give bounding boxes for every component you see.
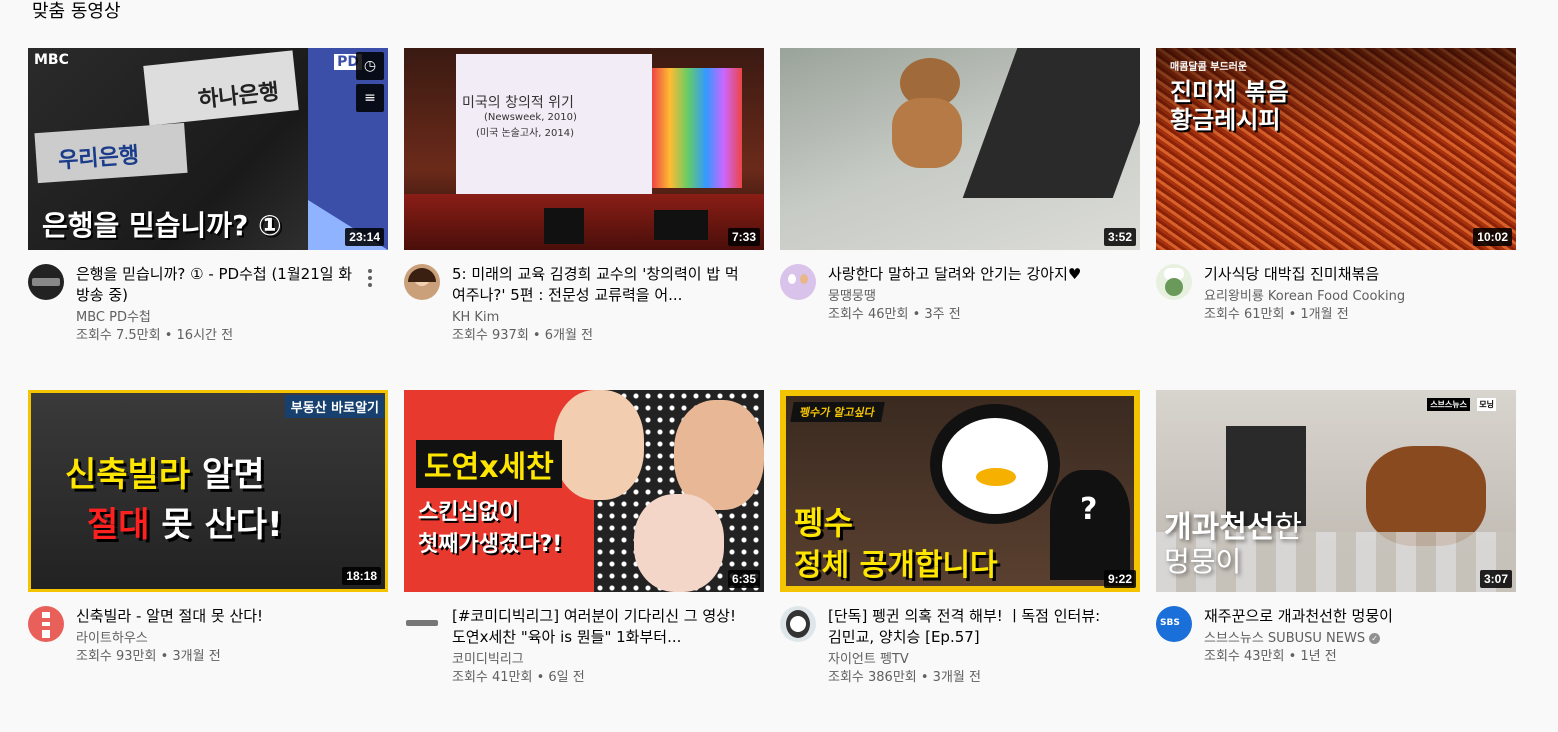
channel-name[interactable]: 라이트하우스 bbox=[76, 630, 366, 648]
video-title[interactable]: 은행을 믿습니까? ① - PD수첩 (1월21일 화 방송 중) bbox=[76, 264, 366, 306]
video-title[interactable]: [단독] 펭귄 의혹 전격 해부! ㅣ독점 인터뷰: 김민교, 양치승 [Ep.… bbox=[828, 606, 1118, 648]
channel-name[interactable]: 스브스뉴스 SUBUSU NEWS ✓ bbox=[1204, 630, 1494, 648]
channel-avatar[interactable] bbox=[780, 606, 816, 642]
video-thumbnail[interactable]: 도연x세찬 스킨십없이 첫째가생겼다?! 6:35 bbox=[404, 390, 764, 592]
channel-name[interactable]: 자이언트 펭TV bbox=[828, 651, 1118, 669]
channel-name[interactable]: MBC PD수첩 bbox=[76, 309, 366, 327]
thumb-text: 한 bbox=[1274, 510, 1303, 545]
question-mark: ? bbox=[1080, 492, 1098, 527]
video-title[interactable]: [#코미디빅리그] 여러분이 기다리신 그 영상! 도연x세찬 "육아 is 뭔… bbox=[452, 606, 742, 648]
video-title[interactable]: 재주꾼으로 개과천선한 멍뭉이 bbox=[1204, 606, 1494, 627]
video-duration: 18:18 bbox=[342, 567, 381, 585]
thumb-text: 멍뭉이 bbox=[1164, 545, 1242, 578]
video-duration: 3:07 bbox=[1479, 570, 1512, 588]
video-stats: 조회수 43만회 • 1년 전 bbox=[1204, 649, 1337, 664]
channel-name[interactable]: 코미디빅리그 bbox=[452, 651, 742, 669]
video-card[interactable]: 부동산 바로알기 신축빌라 알면 절대 못 산다! 18:18 신축빌라 - 알… bbox=[28, 390, 388, 732]
video-title[interactable]: 기사식당 대박집 진미채볶음 bbox=[1204, 264, 1494, 285]
video-stats: 조회수 93만회 • 3개월 전 bbox=[76, 649, 221, 664]
thumb-badge: 부동산 바로알기 bbox=[284, 395, 385, 418]
video-stats: 조회수 937회 • 6개월 전 bbox=[452, 328, 594, 343]
video-stats: 조회수 7.5만회 • 16시간 전 bbox=[76, 328, 234, 343]
channel-name[interactable]: 요리왕비룡 Korean Food Cooking bbox=[1204, 288, 1494, 306]
channel-avatar[interactable]: SBS bbox=[1156, 606, 1192, 642]
video-thumbnail[interactable]: 스브스뉴스 모닝 개과천선한 멍뭉이 3:07 bbox=[1156, 390, 1516, 592]
thumb-text: 알면 bbox=[190, 455, 265, 495]
video-thumbnail[interactable]: MBC 하나은행 우리은행 PD 은행을 믿습니까? ① ◷ ≡ 23:14 bbox=[28, 48, 388, 250]
thumb-text: 첫째가생겼다?! bbox=[418, 532, 563, 557]
video-duration: 10:02 bbox=[1473, 228, 1512, 246]
video-thumbnail[interactable]: 미국의 창의적 위기 (Newsweek, 2010) (미국 논술고사, 20… bbox=[404, 48, 764, 250]
video-card[interactable]: 매콤달콤 부드러운 진미채 볶음 황금레시피 10:02 기사식당 대박집 진미… bbox=[1156, 48, 1516, 390]
mbc-logo: MBC bbox=[34, 52, 69, 68]
thumb-text: 절대 bbox=[87, 505, 150, 545]
slide-text: (Newsweek, 2010) bbox=[484, 112, 577, 123]
video-duration: 23:14 bbox=[345, 228, 384, 246]
channel-avatar[interactable] bbox=[404, 606, 440, 642]
partner-logo: 모닝 bbox=[1477, 398, 1496, 411]
video-title[interactable]: 사랑한다 말하고 달려와 안기는 강아지♥ bbox=[828, 264, 1118, 285]
clock-icon[interactable]: ◷ bbox=[356, 52, 384, 80]
thumb-text: 못 산다! bbox=[149, 505, 283, 545]
video-thumbnail[interactable]: 매콤달콤 부드러운 진미채 볶음 황금레시피 10:02 bbox=[1156, 48, 1516, 250]
slide-text: (미국 논술고사, 2014) bbox=[476, 128, 574, 139]
section-title: 맞춤 동영상 bbox=[32, 1, 121, 22]
more-options-icon[interactable] bbox=[360, 266, 380, 290]
thumb-main-text: 은행을 믿습니까? ① bbox=[42, 209, 282, 242]
add-to-queue-icon[interactable]: ≡ bbox=[356, 84, 384, 112]
video-duration: 9:22 bbox=[1103, 570, 1136, 588]
video-card[interactable]: 스브스뉴스 모닝 개과천선한 멍뭉이 3:07 SBS 재주꾼으로 개과천선한 … bbox=[1156, 390, 1516, 732]
thumb-banner: 펭수가 알고싶다 bbox=[790, 402, 885, 422]
channel-avatar[interactable] bbox=[28, 264, 64, 300]
video-thumbnail[interactable]: 부동산 바로알기 신축빌라 알면 절대 못 산다! 18:18 bbox=[28, 390, 388, 592]
video-thumbnail[interactable]: 3:52 bbox=[780, 48, 1140, 250]
channel-avatar[interactable] bbox=[404, 264, 440, 300]
video-title[interactable]: 5: 미래의 교육 김경희 교수의 '창의력이 밥 먹여주나?' 5편 : 전문… bbox=[452, 264, 742, 306]
video-card[interactable]: 3:52 사랑한다 말하고 달려와 안기는 강아지♥ 뭉땡뭉땡 조회수 46만회… bbox=[780, 48, 1140, 390]
channel-avatar[interactable] bbox=[1156, 264, 1192, 300]
video-card[interactable]: 미국의 창의적 위기 (Newsweek, 2010) (미국 논술고사, 20… bbox=[404, 48, 764, 390]
video-grid: MBC 하나은행 우리은행 PD 은행을 믿습니까? ① ◷ ≡ 23:14 은… bbox=[28, 48, 1516, 732]
thumb-subtitle: 매콤달콤 부드러운 bbox=[1170, 62, 1248, 73]
thumb-text: 스킨십없이 bbox=[418, 500, 520, 525]
video-card[interactable]: 도연x세찬 스킨십없이 첫째가생겼다?! 6:35 [#코미디빅리그] 여러분이… bbox=[404, 390, 764, 732]
subusu-logo: 스브스뉴스 bbox=[1427, 398, 1470, 411]
channel-name[interactable]: 뭉땡뭉땡 bbox=[828, 288, 1118, 306]
video-card[interactable]: MBC 하나은행 우리은행 PD 은행을 믿습니까? ① ◷ ≡ 23:14 은… bbox=[28, 48, 388, 390]
video-title[interactable]: 신축빌라 - 알면 절대 못 산다! bbox=[76, 606, 366, 627]
video-duration: 3:52 bbox=[1103, 228, 1136, 246]
channel-avatar[interactable] bbox=[28, 606, 64, 642]
channel-name[interactable]: KH Kim bbox=[452, 309, 742, 327]
video-stats: 조회수 46만회 • 3주 전 bbox=[828, 307, 961, 322]
thumb-text: 도연x세찬 bbox=[416, 440, 562, 488]
thumb-text-woori: 우리은행 bbox=[57, 143, 140, 174]
video-stats: 조회수 61만회 • 1개월 전 bbox=[1204, 307, 1349, 322]
verified-icon: ✓ bbox=[1369, 633, 1381, 644]
video-stats: 조회수 386만회 • 3개월 전 bbox=[828, 670, 981, 685]
thumb-text: 정체 공개합니다 bbox=[794, 548, 998, 583]
channel-name-text[interactable]: 스브스뉴스 SUBUSU NEWS bbox=[1204, 631, 1365, 646]
thumb-text: 신축빌라 bbox=[65, 455, 191, 495]
thumb-text: 황금레시피 bbox=[1170, 106, 1281, 134]
channel-avatar[interactable] bbox=[780, 264, 816, 300]
slide-text: 미국의 창의적 위기 bbox=[462, 95, 574, 111]
video-duration: 6:35 bbox=[727, 570, 760, 588]
video-thumbnail[interactable]: 펭수가 알고싶다 ? 펭수 정체 공개합니다 9:22 bbox=[780, 390, 1140, 592]
thumb-text: 펭수 bbox=[794, 504, 853, 542]
video-duration: 7:33 bbox=[727, 228, 760, 246]
video-card[interactable]: 펭수가 알고싶다 ? 펭수 정체 공개합니다 9:22 [단독] 펭귄 의혹 전… bbox=[780, 390, 1140, 732]
video-stats: 조회수 41만회 • 6일 전 bbox=[452, 670, 585, 685]
